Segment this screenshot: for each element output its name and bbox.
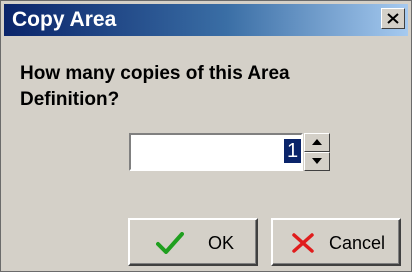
selected-value: 1: [284, 139, 302, 163]
arrow-down-icon: [312, 158, 322, 164]
copies-question: How many copies of this Area Definition?: [20, 63, 290, 110]
copies-input[interactable]: [129, 133, 303, 171]
spin-up-button[interactable]: [304, 133, 330, 152]
dialog-title: Copy Area: [12, 8, 117, 31]
close-button[interactable]: [381, 8, 405, 29]
spin-down-button[interactable]: [304, 152, 330, 171]
ok-label: OK: [208, 233, 235, 253]
title-bar[interactable]: Copy Area: [4, 4, 408, 36]
x-icon: [292, 233, 314, 253]
cancel-button[interactable]: Cancel: [271, 218, 401, 266]
cancel-label: Cancel: [329, 233, 386, 253]
ok-button[interactable]: OK: [128, 218, 258, 266]
copy-area-dialog: Copy Area How many copies of this Area D…: [0, 0, 412, 272]
copies-spinner: [304, 133, 330, 171]
check-icon: [156, 232, 184, 254]
arrow-up-icon: [312, 139, 322, 145]
close-icon: [387, 13, 399, 24]
